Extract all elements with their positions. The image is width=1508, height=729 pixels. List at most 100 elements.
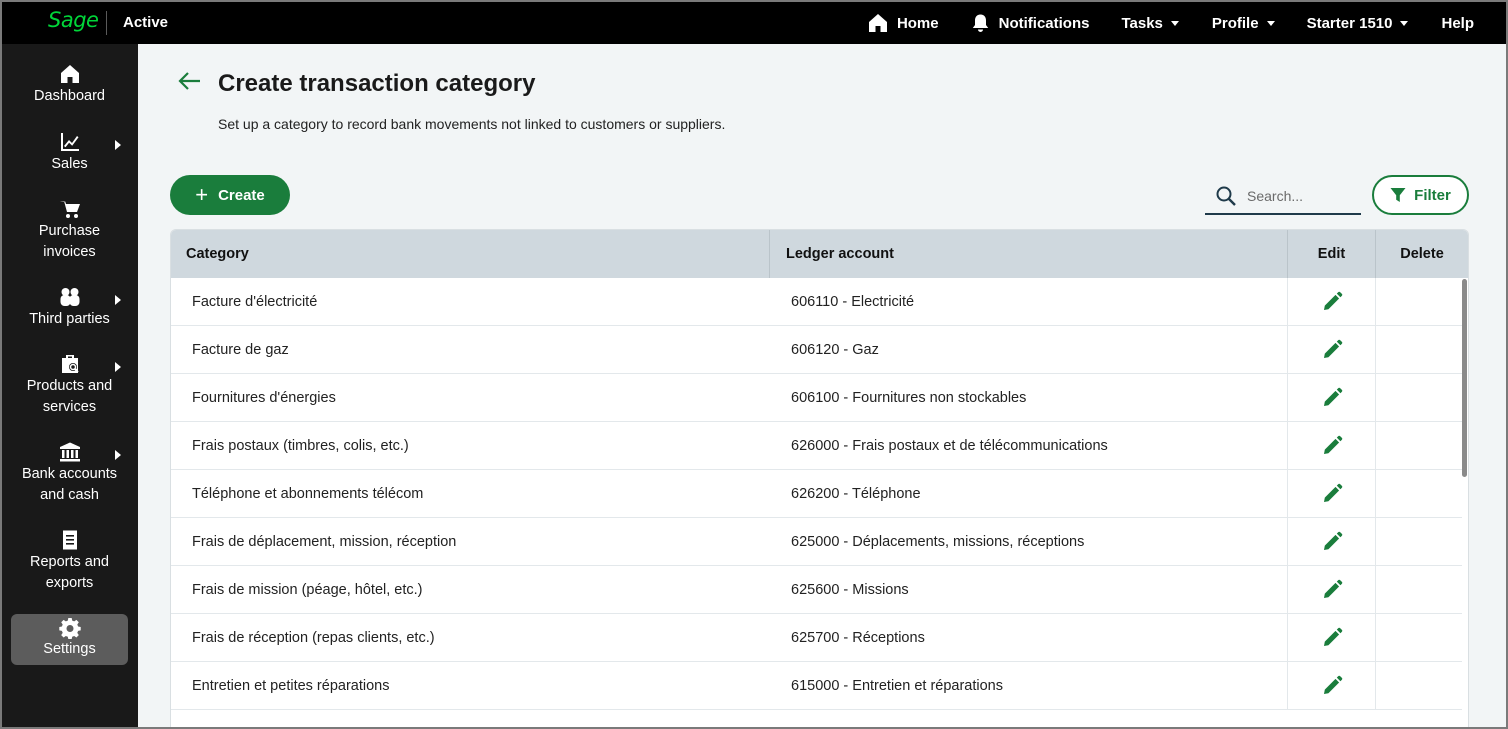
nav-tasks[interactable]: Tasks [1121,15,1179,32]
sidebar: Dashboard Sales Purchase invoices Third … [2,44,138,727]
chevron-right-icon [115,140,121,150]
sidebar-item-settings[interactable]: Settings [11,614,128,665]
top-nav: Home Notifications Tasks Profile Starter… [868,2,1506,44]
edit-button[interactable] [1287,422,1375,469]
table-row[interactable]: Facture d'électricité 606110 - Electricit… [171,278,1462,326]
column-header-edit: Edit [1287,230,1375,278]
chevron-right-icon [115,362,121,372]
sage-logo[interactable]: Sage [48,8,99,32]
edit-button[interactable] [1287,566,1375,613]
filter-button[interactable]: Filter [1372,175,1469,215]
table-row[interactable]: Frais de mission (péage, hôtel, etc.) 625… [171,566,1462,614]
cell-category: Frais postaux (timbres, colis, etc.) [192,437,409,454]
sidebar-item-third-parties[interactable]: Third parties [11,287,128,330]
main-content: Create transaction category Set up a cat… [138,44,1506,727]
table-row[interactable]: Téléphone et abonnements télécom 626200 -… [171,470,1462,518]
cell-delete [1375,374,1462,421]
cell-category: Facture d'électricité [192,293,318,310]
pencil-icon [1321,531,1343,553]
sidebar-item-products[interactable]: Products and services [11,354,128,418]
cell-category: Téléphone et abonnements télécom [192,485,424,502]
pencil-icon [1321,291,1343,313]
sidebar-item-purchase-invoices[interactable]: Purchase invoices [11,199,128,263]
cell-ledger-account: 625600 - Missions [791,581,909,598]
products-icon [11,354,128,376]
column-header-category[interactable]: Category [171,230,769,278]
back-arrow-icon[interactable] [178,71,202,96]
plus-icon: + [195,182,209,207]
nav-company[interactable]: Starter 1510 [1307,15,1409,32]
cart-icon [11,199,128,221]
cell-ledger-account: 606110 - Electricité [791,293,915,310]
sidebar-item-bank-accounts[interactable]: Bank accounts and cash [11,442,128,506]
edit-button[interactable] [1287,518,1375,565]
nav-home-label: Home [896,14,939,32]
table-row[interactable]: Frais de réception (repas clients, etc.)… [171,614,1462,662]
sidebar-item-label: Sales [51,156,88,172]
scrollbar[interactable] [1462,279,1467,477]
gear-icon [11,617,128,639]
table-row[interactable]: Frais de déplacement, mission, réception… [171,518,1462,566]
nav-notifications[interactable]: Notifications [972,14,1090,33]
cell-category: Entretien et petites réparations [192,677,390,694]
filter-icon [1390,187,1414,203]
sidebar-item-label: Products and services [26,378,113,415]
subscription-status: Active [123,14,169,31]
table-row[interactable]: Facture de gaz 606120 - Gaz [171,326,1462,374]
edit-button[interactable] [1287,614,1375,661]
cell-category: Frais de mission (péage, hôtel, etc.) [192,581,423,598]
cell-delete [1375,470,1462,517]
cell-ledger-account: 615000 - Entretien et réparations [791,677,1003,694]
nav-help[interactable]: Help [1441,15,1474,32]
page-subtitle: Set up a category to record bank movemen… [218,116,726,132]
page-title: Create transaction category [218,70,536,97]
edit-button[interactable] [1287,470,1375,517]
nav-help-label: Help [1441,14,1474,32]
pencil-icon [1321,339,1343,361]
cell-delete [1375,422,1462,469]
top-bar: Sage Active Home Notifications Tasks Pro… [2,2,1506,44]
sidebar-item-dashboard[interactable]: Dashboard [11,64,128,107]
pencil-icon [1321,435,1343,457]
table-row[interactable]: Frais postaux (timbres, colis, etc.) 6260… [171,422,1462,470]
pencil-icon [1321,675,1343,697]
categories-table: Category Ledger account Edit Delete Fact… [170,229,1469,727]
cell-category: Facture de gaz [192,341,289,358]
sidebar-item-label: Settings [43,641,96,657]
table-body: Facture d'électricité 606110 - Electricit… [171,278,1462,710]
nav-company-label: Starter 1510 [1306,14,1393,32]
cell-delete [1375,614,1462,661]
nav-profile-label: Profile [1211,14,1259,32]
cell-ledger-account: 625700 - Réceptions [791,629,925,646]
edit-button[interactable] [1287,374,1375,421]
table-header: Category Ledger account Edit Delete [171,230,1468,278]
table-row[interactable]: Fournitures d'énergies 606100 - Fournitur… [171,374,1462,422]
column-header-ledger[interactable]: Ledger account [769,230,1287,278]
bell-icon [972,14,989,33]
edit-button[interactable] [1287,326,1375,373]
cell-delete [1375,566,1462,613]
sidebar-item-label: Bank accounts and cash [21,466,118,503]
nav-profile[interactable]: Profile [1212,15,1275,32]
edit-button[interactable] [1287,662,1375,709]
create-button[interactable]: + Create [170,175,290,215]
nav-home[interactable]: Home [868,13,939,33]
table-row[interactable]: Entretien et petites réparations 615000 -… [171,662,1462,710]
sidebar-item-label: Purchase invoices [38,223,101,260]
search-box [1205,178,1361,215]
filter-button-label: Filter [1414,186,1451,204]
create-button-label: Create [218,186,265,204]
nav-notifications-label: Notifications [998,14,1090,32]
app-window: Sage Active Home Notifications Tasks Pro… [0,0,1508,729]
edit-button[interactable] [1287,278,1375,325]
document-icon [11,530,128,552]
chevron-down-icon [1400,20,1409,26]
cell-ledger-account: 606120 - Gaz [791,341,879,358]
sidebar-item-reports[interactable]: Reports and exports [11,530,128,594]
home-icon [11,64,128,86]
sidebar-item-sales[interactable]: Sales [11,132,128,175]
people-icon [11,287,128,309]
home-icon [868,13,888,33]
search-icon [1205,185,1237,207]
search-input[interactable] [1247,187,1357,204]
